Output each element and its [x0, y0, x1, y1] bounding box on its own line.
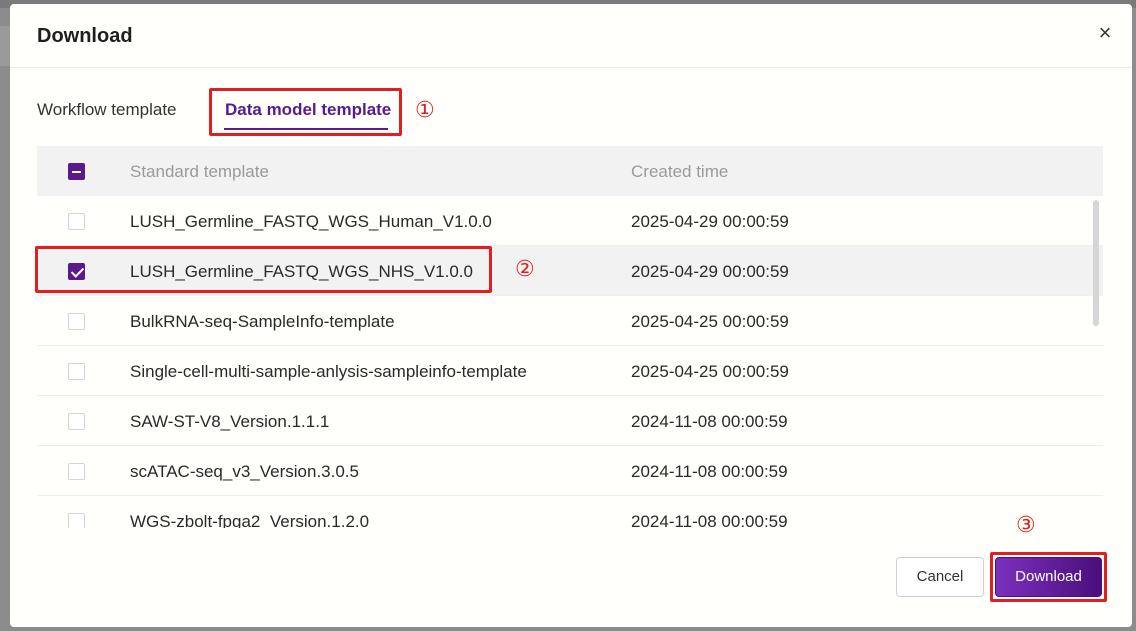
cancel-button[interactable]: Cancel	[896, 557, 984, 597]
download-dialog: Download × Workflow template Data model …	[10, 4, 1132, 627]
select-all-checkbox[interactable]	[68, 163, 85, 180]
annotation-box-1	[209, 88, 402, 136]
row-checkbox[interactable]	[68, 313, 85, 330]
template-name: scATAC-seq_v3_Version.3.0.5	[130, 462, 359, 481]
row-checkbox[interactable]	[68, 413, 85, 430]
annotation-box-3	[990, 552, 1107, 602]
template-name: BulkRNA-seq-SampleInfo-template	[130, 312, 395, 331]
table-header: Standard template Created time	[37, 146, 1103, 196]
dialog-header: Download ×	[10, 4, 1132, 68]
row-checkbox[interactable]	[68, 463, 85, 480]
annotation-marker-1: ①	[415, 98, 435, 123]
created-time: 2024-11-08 00:00:59	[631, 512, 788, 528]
created-time: 2024-11-08 00:00:59	[631, 412, 788, 431]
created-time: 2024-11-08 00:00:59	[631, 462, 788, 481]
row-checkbox[interactable]	[68, 363, 85, 380]
table-row[interactable]: SAW-ST-V8_Version.1.1.1 2024-11-08 00:00…	[37, 396, 1103, 446]
column-header-standard-template: Standard template	[130, 162, 269, 181]
row-checkbox[interactable]	[68, 213, 85, 230]
table-row[interactable]: BulkRNA-seq-SampleInfo-template 2025-04-…	[37, 296, 1103, 346]
template-name: Single-cell-multi-sample-anlysis-samplei…	[130, 362, 527, 381]
annotation-marker-3: ③	[1016, 513, 1036, 538]
table-row[interactable]: WGS-zbolt-fpga2_Version.1.2.0 2024-11-08…	[37, 496, 1103, 528]
created-time: 2025-04-29 00:00:59	[631, 262, 789, 281]
template-name: WGS-zbolt-fpga2_Version.1.2.0	[130, 512, 370, 528]
created-time: 2025-04-25 00:00:59	[631, 312, 789, 331]
template-name: SAW-ST-V8_Version.1.1.1	[130, 412, 330, 431]
created-time: 2025-04-25 00:00:59	[631, 362, 789, 381]
annotation-box-2	[35, 246, 492, 293]
dialog-title: Download	[37, 25, 133, 47]
scrollbar-thumb[interactable]	[1093, 200, 1099, 326]
created-time: 2025-04-29 00:00:59	[631, 212, 789, 231]
tab-workflow-template[interactable]: Workflow template	[37, 100, 177, 120]
column-header-created-time: Created time	[631, 162, 729, 181]
row-checkbox[interactable]	[68, 513, 85, 528]
background-page-peek	[0, 26, 10, 66]
table-row[interactable]: LUSH_Germline_FASTQ_WGS_Human_V1.0.0 202…	[37, 196, 1103, 246]
template-name: LUSH_Germline_FASTQ_WGS_Human_V1.0.0	[130, 212, 492, 231]
table-scrollbar[interactable]	[1093, 196, 1101, 528]
close-icon[interactable]: ×	[1094, 22, 1116, 44]
table-row[interactable]: Single-cell-multi-sample-anlysis-samplei…	[37, 346, 1103, 396]
table-row[interactable]: scATAC-seq_v3_Version.3.0.5 2024-11-08 0…	[37, 446, 1103, 496]
annotation-marker-2: ②	[515, 257, 535, 282]
